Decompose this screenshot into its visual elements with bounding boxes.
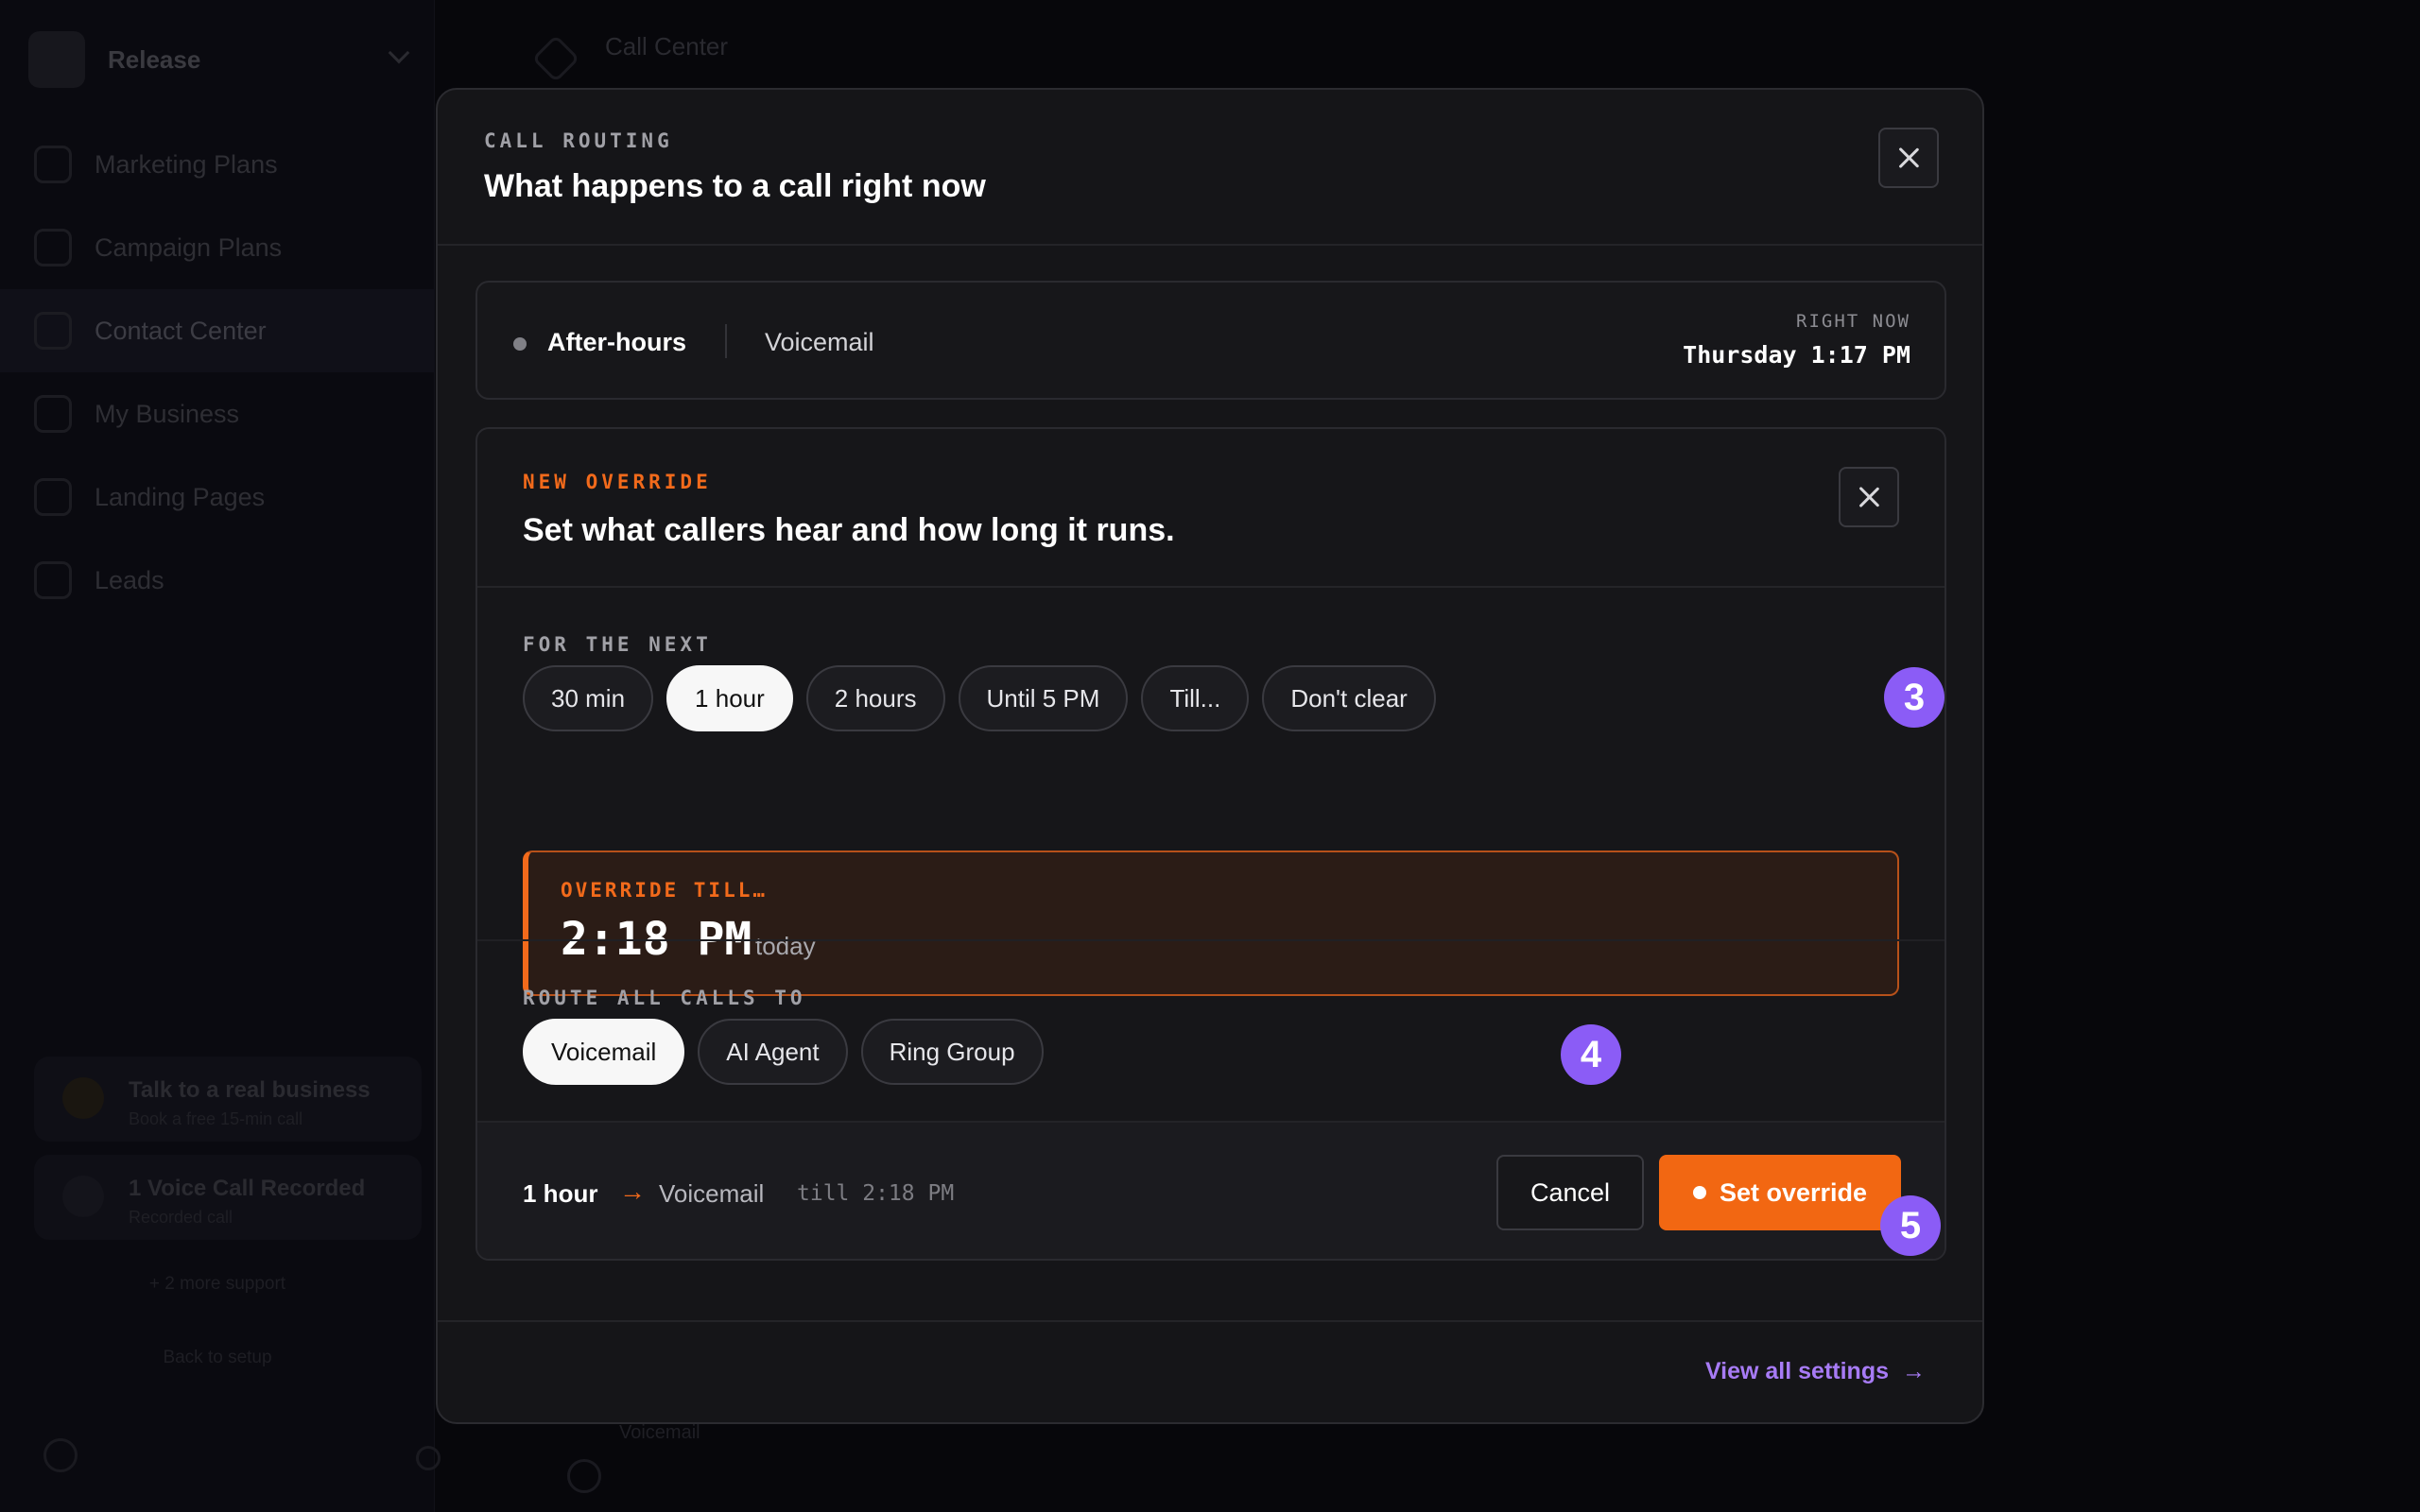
modal-title: What happens to a call right now (484, 168, 986, 204)
route-label: ROUTE ALL CALLS TO (523, 987, 806, 1009)
divider (725, 324, 727, 358)
more-support-link[interactable]: + 2 more support (0, 1274, 435, 1295)
recording-icon (62, 1176, 104, 1217)
modal-eyebrow: CALL ROUTING (484, 129, 673, 152)
view-all-settings-link[interactable]: View all settings → (1705, 1358, 1926, 1385)
route-option-ai-agent[interactable]: AI Agent (698, 1019, 848, 1085)
section-divider (477, 939, 1945, 941)
settings-icon[interactable] (43, 1438, 78, 1472)
close-icon (1858, 486, 1880, 508)
sidebar-item-label: Landing Pages (95, 482, 266, 511)
duration-label: FOR THE NEXT (523, 633, 712, 656)
status-target: Voicemail (765, 328, 874, 356)
business-icon (34, 395, 72, 433)
close-icon (1897, 146, 1920, 169)
close-modal-button[interactable] (1878, 128, 1939, 188)
close-override-button[interactable] (1839, 467, 1899, 527)
sidebar: Release Marketing Plans Campaign Plans C… (0, 0, 441, 1512)
override-until-box: OVERRIDE TILL… 2:18 PM today (523, 850, 1899, 996)
phone-icon (34, 312, 72, 350)
duration-option-30-min[interactable]: 30 min (523, 665, 654, 731)
arrow-right-icon: → (1902, 1358, 1926, 1384)
back-to-setup-link[interactable]: Back to setup (0, 1348, 435, 1368)
call-routing-modal: CALL ROUTING What happens to a call righ… (436, 88, 1984, 1424)
card-subtitle: Book a free 15-min call (129, 1109, 303, 1128)
sidebar-item-label: Contact Center (95, 316, 267, 345)
step-badge-4: 4 (1561, 1024, 1621, 1085)
right-now-label: RIGHT NOW (1796, 311, 1910, 332)
right-now-time: Thursday 1:17 PM (1683, 341, 1910, 369)
workspace-name: Release (108, 44, 201, 74)
dot-icon (1692, 1186, 1706, 1199)
page-title: Call Center (605, 32, 729, 60)
phone-icon (531, 34, 580, 83)
sidebar-item-label: Marketing Plans (95, 149, 278, 179)
sidebar-item-my-business[interactable]: My Business (0, 372, 435, 455)
sidebar-item-contact-center[interactable]: Contact Center (0, 289, 435, 372)
duration-options: 30 min 1 hour 2 hours Until 5 PM Till...… (523, 665, 1436, 731)
sidebar-item-leads[interactable]: Leads (0, 539, 435, 622)
override-summary-bar: 1 hour → Voicemail till 2:18 PM Cancel S… (477, 1121, 1945, 1259)
route-options: Voicemail AI Agent Ring Group (523, 1019, 1044, 1085)
workspace-switcher[interactable]: Release (28, 28, 435, 91)
override-header: NEW OVERRIDE Set what callers hear and h… (477, 429, 1945, 588)
route-option-ring-group[interactable]: Ring Group (860, 1019, 1044, 1085)
status-mode: After-hours (547, 328, 686, 356)
landing-page-icon (34, 478, 72, 516)
summary-till: till 2:18 PM (797, 1181, 955, 1206)
status-dot (513, 337, 527, 351)
support-icon (62, 1077, 104, 1119)
card-title: Talk to a real business (129, 1077, 371, 1103)
support-card[interactable]: Talk to a real business Book a free 15-m… (34, 1057, 422, 1142)
campaign-icon (34, 229, 72, 266)
duration-option-1-hour[interactable]: 1 hour (666, 665, 793, 731)
set-override-button[interactable]: Set override (1659, 1155, 1901, 1230)
override-title: Set what callers hear and how long it ru… (523, 512, 1175, 548)
modal-footer: View all settings → (438, 1320, 1982, 1422)
recording-card[interactable]: 1 Voice Call Recorded Recorded call (34, 1155, 422, 1240)
sidebar-item-label: My Business (95, 399, 240, 428)
sidebar-item-marketing-plans[interactable]: Marketing Plans (0, 123, 435, 206)
duration-option-2-hours[interactable]: 2 hours (805, 665, 945, 731)
card-title: 1 Voice Call Recorded (129, 1176, 366, 1201)
duration-option-until-5pm[interactable]: Until 5 PM (958, 665, 1129, 731)
arrow-right-icon: → (619, 1177, 646, 1206)
collapse-icon[interactable] (416, 1446, 441, 1470)
leads-icon (34, 561, 72, 599)
step-badge-5: 5 (1880, 1195, 1941, 1256)
sidebar-item-label: Leads (95, 565, 164, 594)
override-until-relative: today (755, 932, 816, 960)
summary-duration: 1 hour (523, 1179, 598, 1208)
workspace-logo (28, 31, 85, 88)
duration-option-till-custom[interactable]: Till... (1141, 665, 1250, 731)
voicemail-icon (567, 1459, 601, 1493)
marketing-icon (34, 146, 72, 183)
route-option-voicemail[interactable]: Voicemail (523, 1019, 685, 1085)
sidebar-item-campaign-plans[interactable]: Campaign Plans (0, 206, 435, 289)
chevron-down-icon (388, 42, 410, 64)
new-override-panel: NEW OVERRIDE Set what callers hear and h… (475, 427, 1946, 1261)
summary-target: Voicemail (659, 1179, 765, 1208)
override-until-label: OVERRIDE TILL… (561, 879, 769, 902)
step-badge-3: 3 (1884, 667, 1945, 728)
override-eyebrow: NEW OVERRIDE (523, 471, 712, 493)
sidebar-item-label: Campaign Plans (95, 232, 283, 262)
cancel-button[interactable]: Cancel (1496, 1155, 1644, 1230)
current-status-card: After-hours Voicemail RIGHT NOW Thursday… (475, 281, 1946, 400)
set-override-label: Set override (1719, 1177, 1868, 1207)
card-subtitle: Recorded call (129, 1208, 233, 1227)
voicemail-text: Voicemail (619, 1422, 700, 1443)
duration-option-dont-clear[interactable]: Don't clear (1262, 665, 1436, 731)
view-all-label: View all settings (1704, 1358, 1889, 1384)
modal-header: CALL ROUTING What happens to a call righ… (438, 90, 1982, 246)
sidebar-item-landing-pages[interactable]: Landing Pages (0, 455, 435, 539)
